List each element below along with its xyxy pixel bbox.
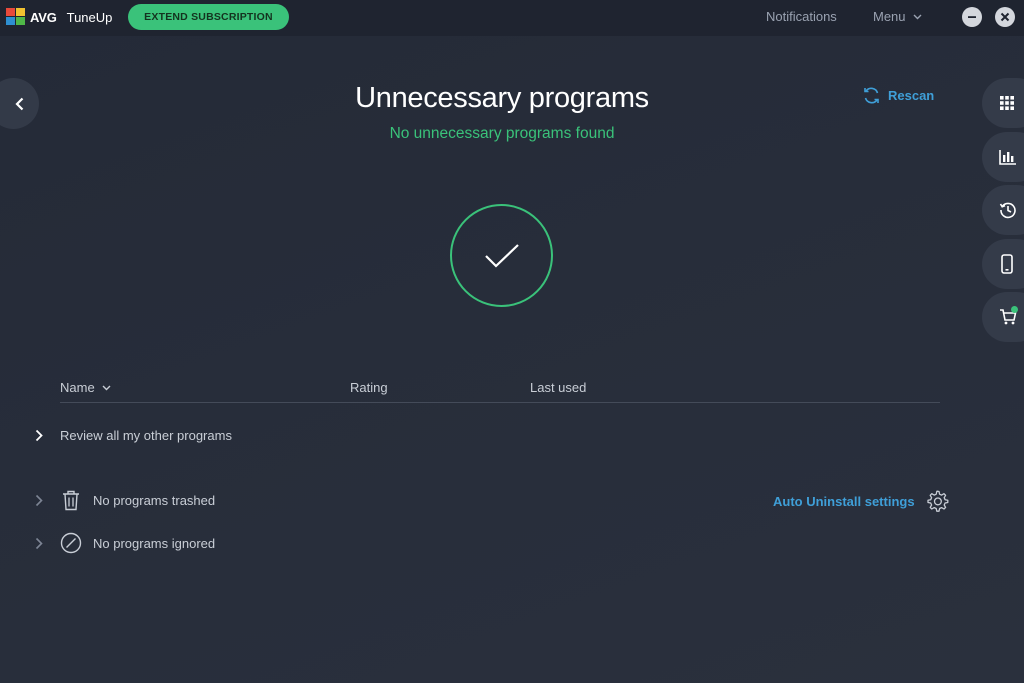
- close-icon: [1000, 12, 1010, 22]
- rail-history-button[interactable]: [982, 185, 1024, 235]
- refresh-icon: [864, 87, 879, 104]
- review-other-programs-row[interactable]: Review all my other programs: [35, 428, 232, 443]
- history-icon: [999, 202, 1016, 219]
- product-name: TuneUp: [66, 9, 113, 25]
- ignored-icon: [60, 532, 82, 554]
- column-header-name[interactable]: Name: [60, 380, 111, 395]
- gear-icon[interactable]: [925, 489, 949, 513]
- menu-label: Menu: [873, 9, 906, 24]
- notifications-link[interactable]: Notifications: [766, 9, 837, 24]
- rail-shop-button[interactable]: [982, 292, 1024, 342]
- minimize-icon: [968, 16, 976, 18]
- status-message: No unnecessary programs found: [389, 125, 615, 142]
- trashed-programs-label: No programs trashed: [93, 492, 216, 508]
- chevron-right-icon: [35, 429, 43, 442]
- rail-mobile-button[interactable]: [982, 239, 1024, 289]
- chevron-right-icon: [35, 537, 43, 549]
- chevron-down-icon: [913, 14, 922, 19]
- rescan-button[interactable]: Rescan: [862, 86, 934, 105]
- page-title: Unnecessary programs: [355, 82, 649, 114]
- column-header-last-used[interactable]: Last used: [530, 380, 586, 395]
- app-window: AVG TuneUp EXTEND SUBSCRIPTION Notificat…: [0, 0, 1024, 683]
- close-button[interactable]: [995, 7, 1015, 27]
- title-bar: AVG TuneUp EXTEND SUBSCRIPTION Notificat…: [0, 0, 1024, 36]
- minimize-button[interactable]: [962, 7, 982, 27]
- ignored-programs-row[interactable]: No programs ignored: [35, 532, 215, 554]
- column-name-label: Name: [60, 380, 95, 395]
- mobile-device-icon: [1001, 254, 1013, 274]
- auto-uninstall-settings-link[interactable]: Auto Uninstall settings: [773, 489, 949, 513]
- app-logo: AVG TuneUp: [6, 6, 112, 28]
- checkmark-icon: [484, 243, 519, 268]
- ignored-programs-label: No programs ignored: [93, 535, 216, 551]
- review-other-programs-label: Review all my other programs: [60, 428, 232, 443]
- menu-button[interactable]: Menu: [873, 9, 922, 24]
- column-header-rating[interactable]: Rating: [350, 380, 388, 395]
- extend-subscription-button[interactable]: EXTEND SUBSCRIPTION: [128, 4, 289, 30]
- sort-chevron-icon: [102, 385, 111, 390]
- chevron-right-icon: [35, 494, 43, 506]
- table-divider: [60, 402, 940, 403]
- trashed-programs-row[interactable]: No programs trashed: [35, 489, 215, 511]
- notification-dot: [1011, 306, 1018, 313]
- avg-logo-icon: [6, 8, 26, 26]
- rescan-label: Rescan: [888, 88, 935, 103]
- success-indicator: [450, 204, 553, 307]
- trash-icon: [60, 489, 82, 511]
- auto-uninstall-settings-label: Auto Uninstall settings: [773, 493, 915, 509]
- brand-name: AVG: [30, 9, 57, 25]
- performance-chart-icon: [999, 150, 1016, 165]
